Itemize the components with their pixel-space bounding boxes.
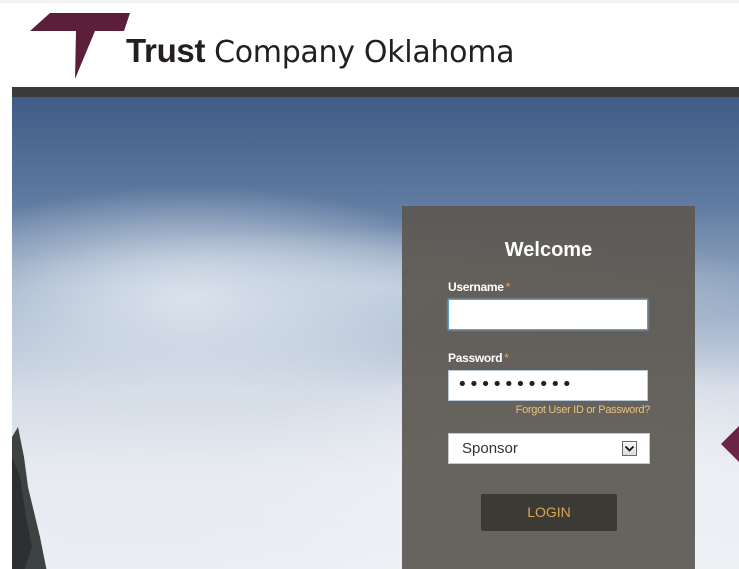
dropdown-arrow-icon[interactable] — [622, 441, 637, 456]
user-type-select[interactable]: Sponsor — [448, 433, 650, 464]
username-label: Username * — [448, 280, 510, 294]
password-input[interactable]: •••••••••• — [448, 370, 648, 401]
chevron-down-icon — [624, 445, 635, 452]
forgot-credentials-link[interactable]: Forgot User ID or Password? — [516, 404, 651, 417]
required-marker: * — [504, 351, 509, 365]
login-panel: Welcome Username * Password * •••••••••• F… — [402, 206, 695, 569]
login-button[interactable]: LOGIN — [481, 494, 617, 531]
password-label-text: Password — [448, 351, 503, 365]
carousel-prev-arrow-icon[interactable] — [721, 426, 739, 462]
cliff-silhouette — [12, 427, 47, 569]
password-label: Password * — [448, 351, 509, 365]
brand-name-regular: Company Oklahoma — [214, 35, 515, 70]
login-page: Trust Company Oklahoma Welcome Username *… — [0, 0, 739, 569]
login-title: Welcome — [504, 239, 593, 261]
user-type-selected-value: Sponsor — [462, 440, 518, 457]
brand-name[interactable]: Trust Company Oklahoma — [126, 31, 515, 73]
site-header: Trust Company Oklahoma — [0, 3, 739, 87]
username-label-text: Username — [448, 280, 504, 294]
brand-name-bold: Trust — [126, 32, 206, 69]
required-marker: * — [505, 280, 511, 294]
username-input[interactable] — [448, 299, 648, 330]
nav-bar — [12, 87, 739, 97]
trust-company-logo-icon[interactable] — [30, 13, 130, 79]
